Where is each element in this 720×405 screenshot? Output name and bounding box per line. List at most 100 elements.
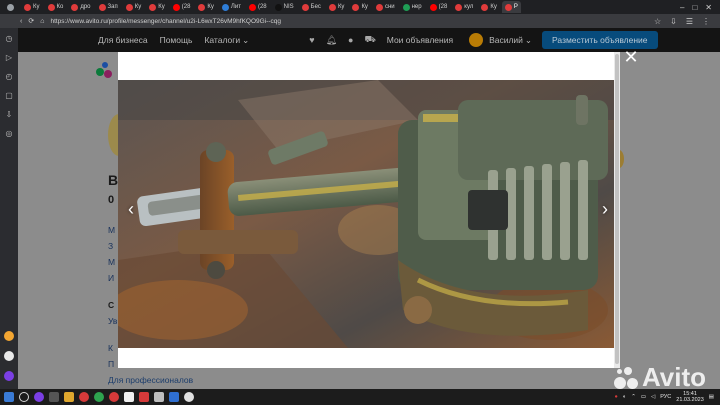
app-blue-icon[interactable] bbox=[169, 392, 179, 402]
tab-label: нер bbox=[411, 4, 422, 10]
maximize-icon[interactable]: □ bbox=[692, 3, 697, 12]
start-icon[interactable] bbox=[4, 392, 14, 402]
language-indicator[interactable]: РУС bbox=[660, 394, 671, 400]
browser-tab[interactable]: сни bbox=[373, 1, 398, 13]
favorites-icon[interactable]: ♥ bbox=[309, 35, 314, 45]
close-window-icon[interactable]: ✕ bbox=[705, 3, 712, 12]
browser-tab[interactable]: Бес bbox=[299, 1, 324, 13]
menu-icon[interactable]: ⋮ bbox=[702, 17, 710, 26]
side-link-3[interactable]: М bbox=[108, 257, 115, 267]
browser-tab[interactable]: Ку bbox=[478, 1, 500, 13]
app-green-icon[interactable] bbox=[94, 392, 104, 402]
tab-label: Ку bbox=[33, 4, 40, 10]
volume-icon[interactable]: ◁ bbox=[651, 394, 655, 400]
sidebar-clock-icon[interactable]: ◷ bbox=[6, 34, 13, 43]
bottom-link-2[interactable]: П bbox=[108, 359, 114, 369]
close-modal-button[interactable]: ✕ bbox=[622, 48, 640, 66]
sidebar-history-icon[interactable]: ◴ bbox=[6, 72, 13, 81]
tab-favicon-icon bbox=[172, 3, 180, 11]
tab-favicon-icon bbox=[149, 3, 157, 11]
sidebar-play-icon[interactable]: ▷ bbox=[6, 53, 12, 62]
explorer-icon[interactable] bbox=[64, 392, 74, 402]
tray-icon[interactable]: ◐ bbox=[623, 394, 626, 400]
back-icon[interactable]: ‹ bbox=[20, 18, 22, 25]
tab-favicon-icon bbox=[301, 3, 309, 11]
tray-browser-icon[interactable]: ● bbox=[615, 394, 618, 400]
sidebar-bookmark-icon[interactable]: ▢ bbox=[5, 91, 13, 100]
side-link-1[interactable]: М bbox=[108, 225, 115, 235]
header-link-business[interactable]: Для бизнеса bbox=[98, 35, 148, 45]
task-view-icon[interactable] bbox=[49, 392, 59, 402]
bookmark-icon[interactable]: ☆ bbox=[654, 17, 661, 26]
notifications-icon[interactable]: ▤ bbox=[709, 394, 714, 400]
browser-tab[interactable]: нер bbox=[400, 1, 425, 13]
sidebar-app-orange-icon[interactable] bbox=[4, 331, 14, 341]
browser-tab[interactable]: Ку bbox=[349, 1, 371, 13]
browser-tab[interactable]: NIS bbox=[272, 1, 297, 13]
browser-tab[interactable]: кул bbox=[452, 1, 476, 13]
my-ads-link[interactable]: Мои объявления bbox=[387, 35, 453, 45]
browser-tab[interactable] bbox=[4, 1, 19, 13]
browser-tab[interactable]: дро bbox=[68, 1, 93, 13]
app-red-icon[interactable] bbox=[139, 392, 149, 402]
user-name[interactable]: Василий bbox=[489, 35, 523, 45]
browser-tab[interactable]: Ку bbox=[146, 1, 168, 13]
browser-tab[interactable]: Р bbox=[501, 1, 521, 13]
tab-favicon-icon bbox=[455, 3, 463, 11]
minimize-icon[interactable]: – bbox=[680, 3, 684, 12]
section-link[interactable]: Ув bbox=[108, 316, 117, 326]
next-photo-button[interactable]: › bbox=[598, 200, 612, 218]
app-gray-icon[interactable] bbox=[154, 392, 164, 402]
browser-tab[interactable]: Ко bbox=[45, 1, 67, 13]
alice-icon[interactable] bbox=[34, 392, 44, 402]
listing-photo bbox=[118, 80, 614, 348]
opera-icon[interactable] bbox=[109, 392, 119, 402]
tab-label: Бес bbox=[310, 4, 321, 10]
browser-tab[interactable]: Зап bbox=[96, 1, 121, 13]
notifications-icon[interactable]: 🔔︎ bbox=[326, 35, 337, 46]
browser-tab[interactable]: Ку bbox=[21, 1, 43, 13]
browser-tab[interactable]: (28 bbox=[246, 1, 270, 13]
browser-tab[interactable]: Лит bbox=[219, 1, 244, 13]
tab-favicon-icon bbox=[481, 3, 489, 11]
modal-scrollbar[interactable] bbox=[614, 52, 620, 368]
browser-tab[interactable]: Ку bbox=[123, 1, 145, 13]
scrollbar-thumb[interactable] bbox=[615, 54, 619, 364]
browser-tab[interactable]: (28 bbox=[170, 1, 194, 13]
browser-tab[interactable]: (28 bbox=[427, 1, 451, 13]
search-icon[interactable] bbox=[19, 392, 29, 402]
clock[interactable]: 15:41 21.03.2023 bbox=[676, 391, 704, 403]
tab-label: Ку bbox=[134, 4, 142, 10]
home-icon[interactable]: ⌂ bbox=[40, 18, 44, 25]
sidebar-settings-icon[interactable]: ◎ bbox=[6, 129, 13, 138]
bottom-link-1[interactable]: К bbox=[108, 343, 113, 353]
reload-icon[interactable]: ⟳ bbox=[28, 17, 34, 25]
header-link-catalogs[interactable]: Каталоги bbox=[204, 35, 240, 45]
network-icon[interactable]: ▭ bbox=[641, 394, 646, 400]
post-ad-button[interactable]: Разместить объявление bbox=[542, 31, 658, 49]
cart-icon[interactable]: ⛟ bbox=[364, 34, 375, 46]
downloads-icon[interactable]: ⇩ bbox=[670, 17, 677, 26]
previous-photo-button[interactable]: ‹ bbox=[124, 200, 138, 218]
app-circle-icon[interactable] bbox=[184, 392, 194, 402]
professionals-link[interactable]: Для профессионалов bbox=[108, 375, 193, 385]
tab-favicon-icon bbox=[98, 3, 106, 11]
browser-tab[interactable]: Ку bbox=[326, 1, 348, 13]
tab-favicon-icon bbox=[248, 3, 256, 11]
sidebar-download-icon[interactable]: ⇩ bbox=[6, 110, 13, 119]
app-white-icon[interactable] bbox=[124, 392, 134, 402]
browser-tab[interactable]: Ку bbox=[195, 1, 217, 13]
messages-icon[interactable]: ● bbox=[348, 35, 353, 45]
avito-logo[interactable] bbox=[96, 62, 116, 78]
browser-tab-strip: Ку Ко дро Зап Ку Ку (28 Ку Лит (28 NIS Бес Ку Ку сни не… bbox=[0, 0, 720, 14]
yandex-browser-icon[interactable] bbox=[79, 392, 89, 402]
sidebar-app-alice-icon[interactable] bbox=[4, 371, 14, 381]
url-field[interactable]: https://www.avito.ru/profile/messenger/c… bbox=[50, 18, 281, 25]
side-link-2[interactable]: З bbox=[108, 241, 113, 251]
extensions-icon[interactable]: ☰ bbox=[686, 17, 693, 26]
avatar[interactable] bbox=[469, 33, 484, 47]
sidebar-app-white-icon[interactable] bbox=[4, 351, 14, 361]
tray-arrow-icon[interactable]: ⌃ bbox=[631, 394, 636, 400]
header-link-help[interactable]: Помощь bbox=[160, 35, 193, 45]
side-link-4[interactable]: И bbox=[108, 273, 114, 283]
